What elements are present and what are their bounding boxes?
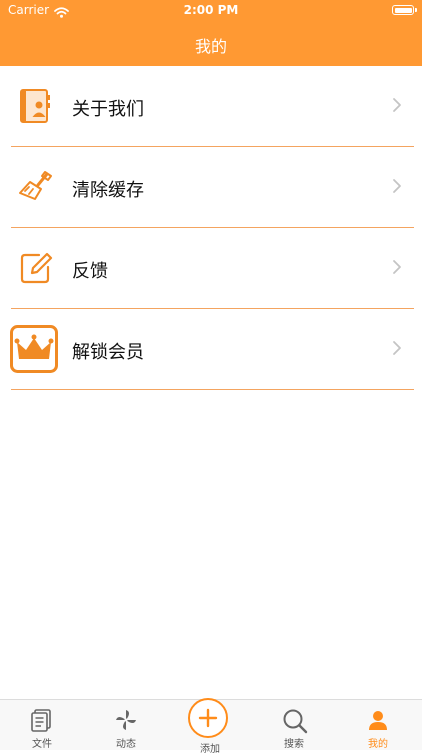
- menu-item-clear-cache[interactable]: 清除缓存: [0, 147, 422, 228]
- settings-list: 关于我们 清除缓存 反馈 解锁会员: [0, 66, 422, 390]
- chevron-right-icon: [392, 259, 402, 279]
- chevron-right-icon: [392, 340, 402, 360]
- tab-activity[interactable]: 动态: [84, 700, 168, 750]
- tab-label: 动态: [116, 739, 136, 750]
- divider: [11, 389, 414, 390]
- tab-label: 文件: [32, 739, 52, 750]
- menu-item-label: 清除缓存: [72, 180, 144, 201]
- edit-icon: [14, 246, 58, 290]
- crown-icon: [10, 325, 58, 373]
- plus-icon: [198, 708, 218, 728]
- tab-me[interactable]: 我的: [336, 700, 420, 750]
- chevron-right-icon: [392, 97, 402, 117]
- status-time: 2:00 PM: [183, 3, 239, 17]
- battery-icon: [392, 5, 417, 15]
- header: Carrier 2:00 PM 我的: [0, 0, 422, 66]
- chevron-right-icon: [392, 178, 402, 198]
- tab-bar: 文件 动态 添加 搜索 我的: [0, 698, 422, 755]
- tab-search[interactable]: 搜索: [252, 700, 336, 750]
- contact-book-icon: [14, 84, 58, 128]
- tab-files[interactable]: 文件: [0, 700, 84, 750]
- menu-item-feedback[interactable]: 反馈: [0, 228, 422, 309]
- menu-item-label: 反馈: [72, 261, 108, 282]
- broom-icon: [14, 165, 58, 209]
- menu-item-label: 关于我们: [72, 99, 144, 120]
- menu-item-about-us[interactable]: 关于我们: [0, 66, 422, 147]
- tab-label: 添加: [200, 744, 220, 755]
- tab-label: 搜索: [284, 739, 304, 750]
- status-bar: Carrier 2:00 PM: [0, 0, 422, 22]
- tab-label: 我的: [368, 739, 388, 750]
- menu-item-unlock-vip[interactable]: 解锁会员: [0, 309, 422, 390]
- menu-item-label: 解锁会员: [72, 342, 144, 363]
- add-button[interactable]: [188, 698, 228, 738]
- page-title: 我的: [194, 37, 227, 56]
